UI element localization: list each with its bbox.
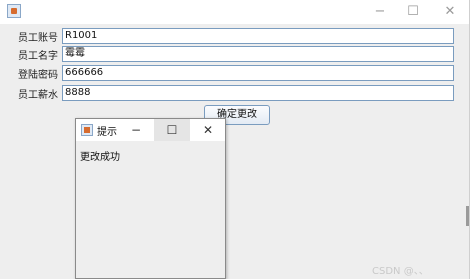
name-label: 员工名字	[18, 51, 58, 62]
dialog-close-button[interactable]: ✕	[190, 119, 226, 141]
account-label: 员工账号	[18, 33, 58, 44]
java-app-icon	[81, 124, 93, 136]
close-button[interactable]: ✕	[432, 0, 468, 24]
maximize-button[interactable]: ☐	[395, 0, 431, 24]
java-app-icon	[7, 4, 21, 18]
dialog-message: 更改成功	[80, 152, 120, 163]
main-window: − ☐ ✕ 员工账号 R1001 员工名字 霉霉 登陆密码 666666 员工薪…	[0, 0, 470, 279]
dialog-title: 提示	[97, 127, 117, 138]
window-edge-marker	[466, 206, 469, 226]
salary-label: 员工薪水	[18, 90, 58, 101]
salary-field[interactable]: 8888	[62, 85, 454, 101]
password-label: 登陆密码	[18, 70, 58, 81]
dialog-maximize-button[interactable]: ☐	[154, 119, 190, 141]
account-field[interactable]: R1001	[62, 28, 454, 44]
minimize-button[interactable]: −	[362, 0, 398, 24]
name-field[interactable]: 霉霉	[62, 46, 454, 62]
message-dialog: 提示 − ☐ ✕ 更改成功	[75, 118, 226, 279]
dialog-title-bar: 提示 − ☐ ✕	[76, 119, 225, 141]
password-field[interactable]: 666666	[62, 65, 454, 81]
watermark: CSDN @、、	[372, 266, 429, 277]
title-bar: − ☐ ✕	[0, 0, 469, 24]
dialog-minimize-button[interactable]: −	[118, 119, 154, 141]
